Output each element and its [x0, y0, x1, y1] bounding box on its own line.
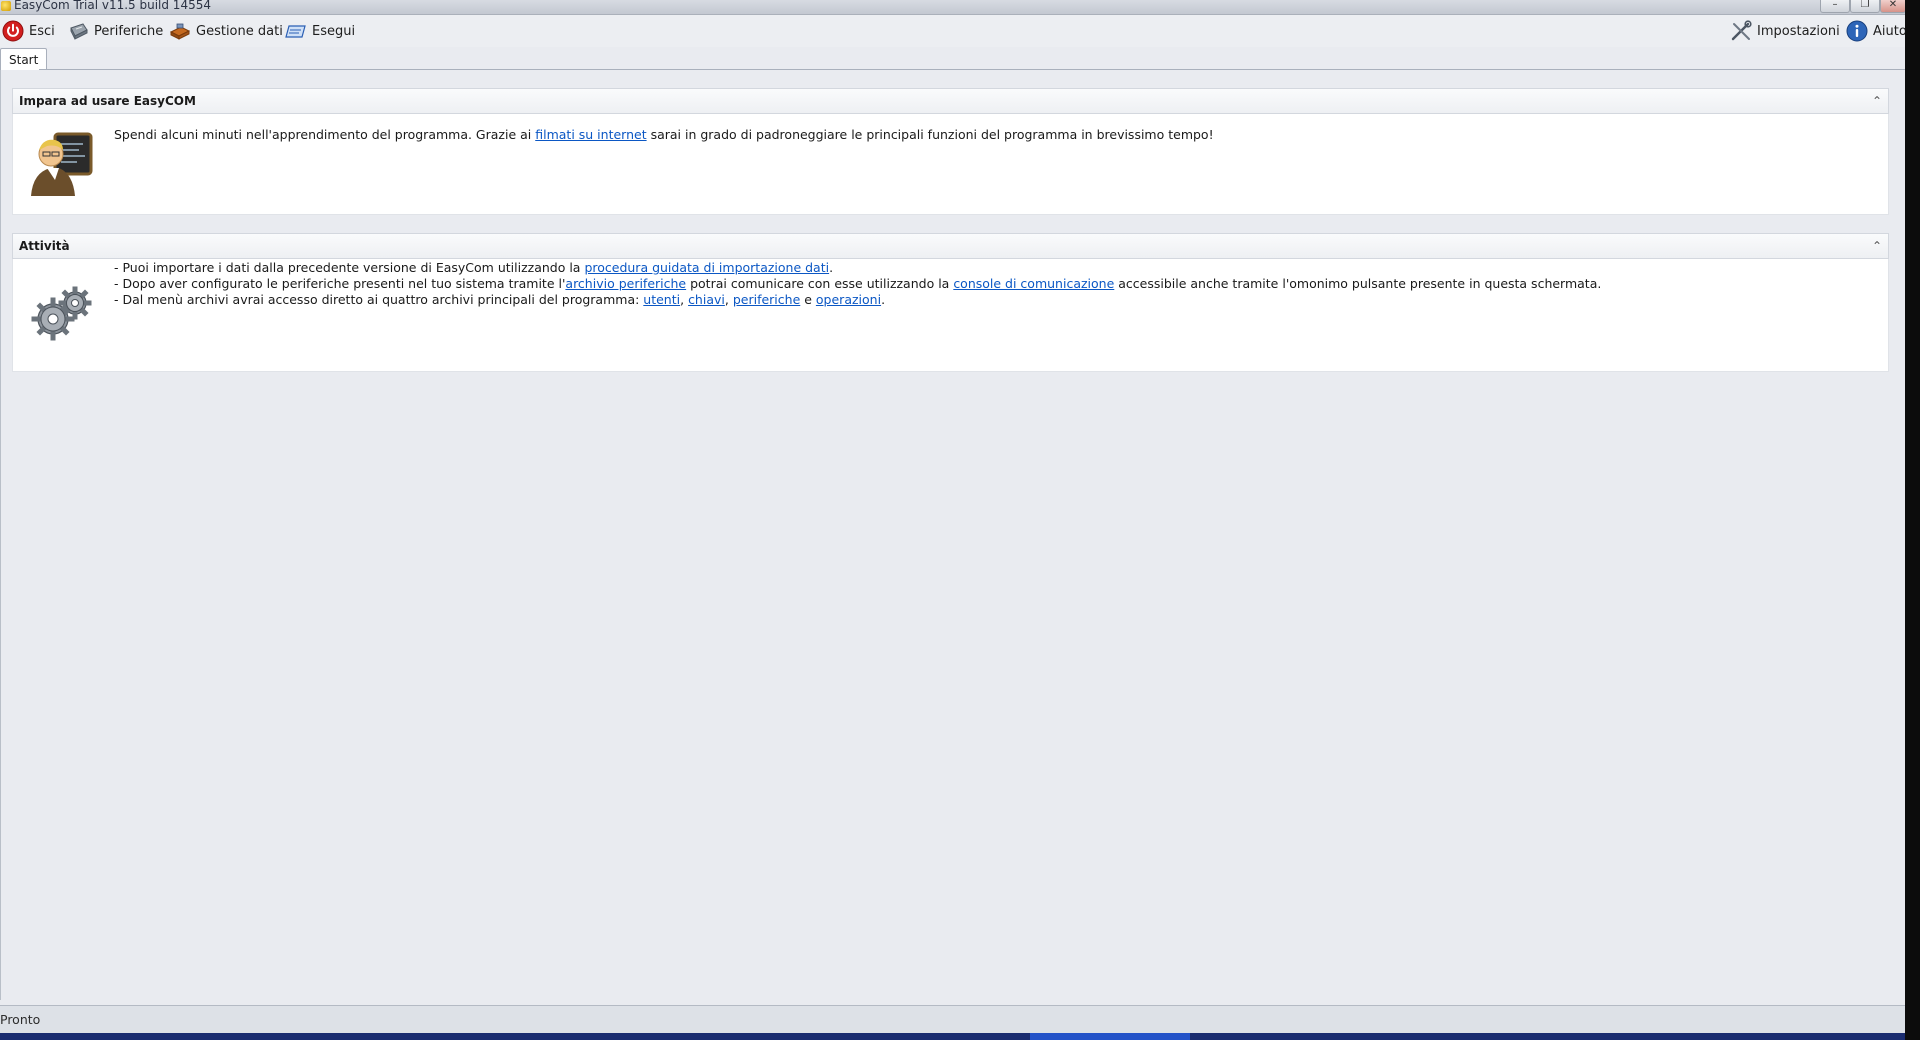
- run-label: Esegui: [312, 23, 356, 39]
- learn-panel-title: Impara ad usare EasyCOM: [19, 94, 196, 108]
- exit-label: Esci: [29, 23, 55, 39]
- learn-description: Spendi alcuni minuti nell'apprendimento …: [114, 127, 1214, 142]
- activities-description: - Puoi importare i dati dalla precedente…: [114, 260, 1601, 308]
- settings-label: Impostazioni: [1757, 23, 1840, 39]
- minimize-button[interactable]: –: [1820, 0, 1850, 13]
- run-button[interactable]: Esegui: [285, 19, 355, 43]
- online-videos-link[interactable]: filmati su internet: [535, 127, 646, 142]
- screen-edge: [1905, 0, 1920, 1040]
- learn-panel: Impara ad usare EasyCOM ⌃ Spendi alcuni …: [12, 88, 1889, 215]
- gears-icon: [29, 281, 95, 347]
- collapse-icon[interactable]: ⌃: [1872, 89, 1882, 113]
- title-bar: EasyCom Trial v11.5 build 14554 – ❐ ✕: [0, 0, 1906, 15]
- activities-panel-body: - Puoi importare i dati dalla precedente…: [12, 259, 1889, 372]
- communication-console-link[interactable]: console di comunicazione: [953, 276, 1114, 291]
- taskbar: [0, 1033, 1905, 1040]
- data-management-label: Gestione dati: [196, 23, 283, 39]
- window-title: EasyCom Trial v11.5 build 14554: [14, 0, 211, 12]
- devices-button[interactable]: Periferiche: [67, 19, 163, 43]
- activity-line-archives: - Dal menù archivi avrai accesso diretto…: [114, 292, 886, 307]
- app-icon: [1, 1, 11, 11]
- activities-panel-header[interactable]: Attività ⌃: [12, 233, 1889, 259]
- exit-button[interactable]: Esci: [2, 19, 55, 43]
- status-text: Pronto: [0, 1012, 41, 1027]
- learn-panel-body: Spendi alcuni minuti nell'apprendimento …: [12, 114, 1889, 215]
- close-window-button[interactable]: ✕: [1880, 0, 1906, 13]
- devices-label: Periferiche: [94, 23, 164, 39]
- run-icon: [285, 20, 307, 42]
- help-label: Aiuto: [1873, 23, 1907, 39]
- data-management-button[interactable]: Gestione dati: [169, 19, 283, 43]
- status-bar: Pronto: [0, 1005, 1905, 1034]
- main-toolbar: Esci Periferiche Gestione dati Esegui Im…: [0, 15, 1907, 47]
- power-icon: [2, 20, 24, 42]
- users-link[interactable]: utenti: [643, 292, 680, 307]
- restore-button[interactable]: ❐: [1850, 0, 1880, 13]
- keys-link[interactable]: chiavi: [688, 292, 725, 307]
- tab-start[interactable]: Start: [0, 48, 48, 71]
- tools-icon: [1730, 20, 1752, 42]
- activities-panel-title: Attività: [19, 239, 70, 253]
- import-wizard-link[interactable]: procedura guidata di importazione dati: [584, 260, 829, 275]
- device-icon: [67, 20, 89, 42]
- help-button[interactable]: Aiuto: [1846, 19, 1907, 43]
- database-icon: [169, 20, 191, 42]
- activity-line-import: - Puoi importare i dati dalla precedente…: [114, 260, 834, 275]
- info-icon: [1846, 20, 1868, 42]
- operations-link[interactable]: operazioni: [816, 292, 881, 307]
- activities-panel: Attività ⌃ - Puoi importare i dati dalla…: [12, 233, 1889, 372]
- collapse-icon[interactable]: ⌃: [1872, 234, 1882, 258]
- teacher-icon: [29, 128, 95, 196]
- settings-button[interactable]: Impostazioni: [1730, 19, 1840, 43]
- activity-line-devices: - Dopo aver configurato le periferiche p…: [114, 276, 1602, 291]
- learn-panel-header[interactable]: Impara ad usare EasyCOM ⌃: [12, 88, 1889, 114]
- device-archive-link[interactable]: archivio periferiche: [565, 276, 686, 291]
- start-page: Impara ad usare EasyCOM ⌃ Spendi alcuni …: [0, 70, 1908, 1000]
- taskbar-active-item[interactable]: [1030, 1033, 1190, 1040]
- devices-link[interactable]: periferiche: [733, 292, 800, 307]
- tab-strip: Start: [0, 48, 1905, 71]
- application-window: EasyCom Trial v11.5 build 14554 – ❐ ✕ Es…: [0, 0, 1908, 1040]
